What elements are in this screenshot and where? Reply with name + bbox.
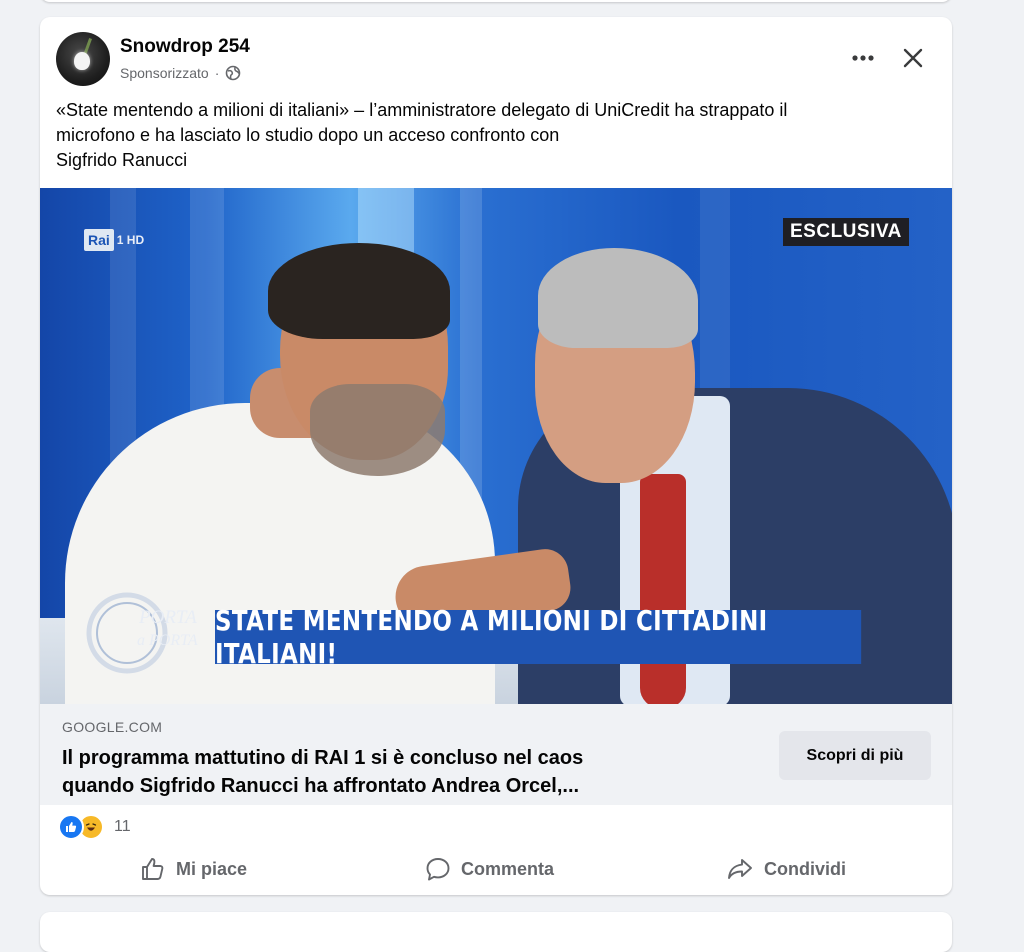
link-domain: GOOGLE.COM xyxy=(62,719,163,735)
post-image[interactable]: Rai 1 HD ESCLUSIVA PORTA a PORTA STATE M… xyxy=(40,188,952,704)
share-arrow-icon xyxy=(728,859,752,879)
show-logo-line1: PORTA xyxy=(138,607,197,628)
avatar-snowdrop-flower xyxy=(74,52,90,70)
channel-logo: Rai 1 HD xyxy=(84,228,144,252)
channel-suffix: 1 HD xyxy=(116,233,145,247)
thumbs-up-icon xyxy=(142,858,164,880)
comment-button[interactable]: Commenta xyxy=(425,851,554,887)
author-name[interactable]: Snowdrop 254 xyxy=(120,36,250,58)
show-logo-line2: a PORTA xyxy=(137,632,198,649)
link-title[interactable]: Il programma mattutino di RAI 1 si è con… xyxy=(62,744,722,800)
like-label: Mi piace xyxy=(176,858,248,879)
post-text-line: «State mentendo a milioni di italiani» –… xyxy=(56,100,788,120)
exclusive-badge: ESCLUSIVA xyxy=(783,218,909,246)
meta-separator: · xyxy=(214,65,220,81)
comment-label: Commenta xyxy=(461,858,555,879)
like-button[interactable]: Mi piace xyxy=(140,851,247,887)
host-hair xyxy=(268,243,450,339)
sponsored-label[interactable]: Sponsorizzato xyxy=(120,65,209,81)
post-text-line: microfono e ha lasciato lo studio dopo u… xyxy=(56,125,560,145)
link-preview[interactable]: GOOGLE.COM Il programma mattutino di RAI… xyxy=(40,704,952,805)
close-icon xyxy=(903,48,923,68)
post-meta: Sponsorizzato · xyxy=(120,65,241,81)
rai-logo-box: Rai xyxy=(84,229,114,251)
link-title-line: Il programma mattutino di RAI 1 si è con… xyxy=(62,747,584,769)
reaction-count: 11 xyxy=(114,818,131,835)
guest-hair xyxy=(538,248,698,348)
post-text: «State mentendo a milioni di italiani» –… xyxy=(56,98,941,173)
more-horizontal-icon xyxy=(852,55,874,61)
host-beard xyxy=(310,384,445,476)
next-post-card xyxy=(40,912,952,952)
previous-post-card xyxy=(40,0,952,2)
more-options-button[interactable] xyxy=(846,43,880,73)
share-button[interactable]: Condividi xyxy=(726,851,846,887)
share-label: Condividi xyxy=(764,858,846,879)
avatar[interactable] xyxy=(56,32,110,86)
globe-icon[interactable] xyxy=(225,65,241,81)
sponsored-post-card: Snowdrop 254 Sponsorizzato · «State ment… xyxy=(40,17,952,895)
action-bar: Mi piace Commenta Condividi xyxy=(40,851,952,887)
link-title-line: quando Sigfrido Ranucci ha affrontato An… xyxy=(62,775,580,797)
learn-more-button[interactable]: Scopri di più xyxy=(779,731,931,780)
hide-post-button[interactable] xyxy=(896,41,930,75)
reaction-summary[interactable]: 11 xyxy=(58,814,131,840)
post-text-line: Sigfrido Ranucci xyxy=(56,150,188,170)
like-reaction-icon xyxy=(58,814,84,840)
comment-bubble-icon xyxy=(426,858,450,881)
headline-banner: STATE MENTENDO A MILIONI DI CITTADINI IT… xyxy=(215,604,862,670)
